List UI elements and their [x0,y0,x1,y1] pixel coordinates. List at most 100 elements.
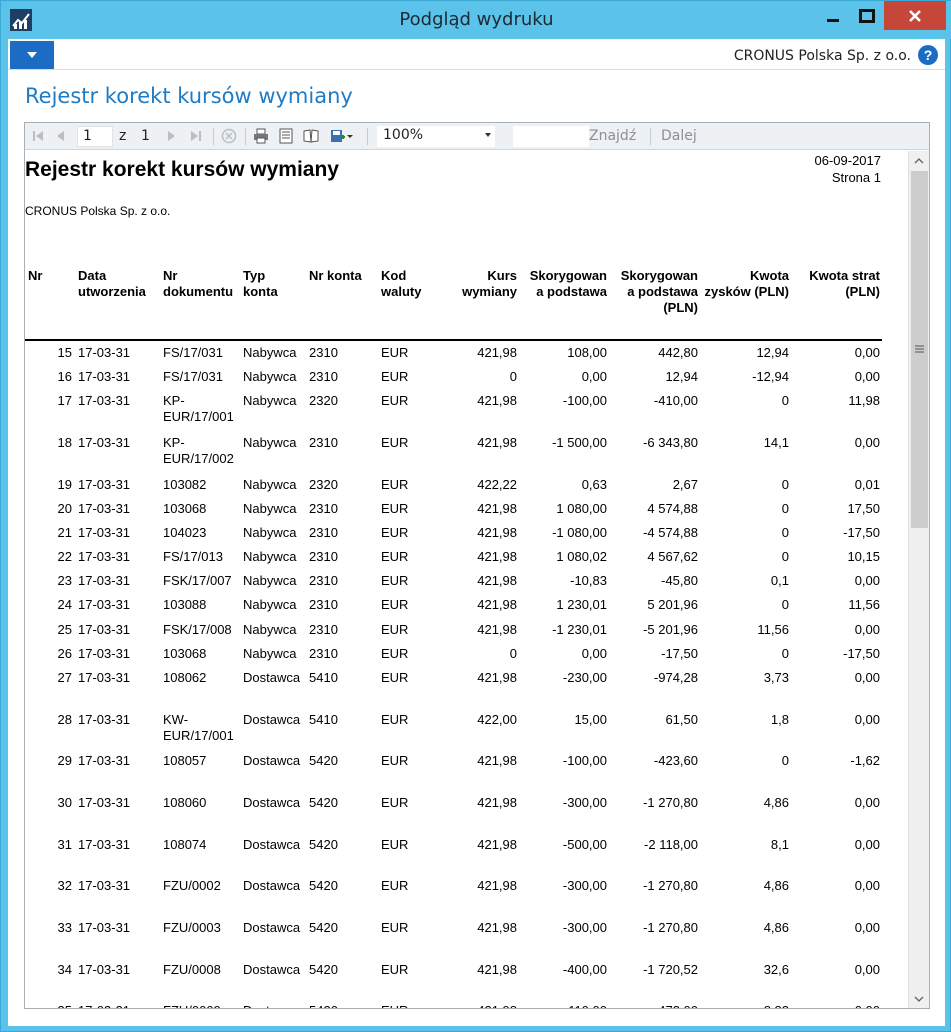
column-header-exchange-rate: Kurs wymiany [462,268,517,299]
cell-gains-pln: 12,94 [756,345,789,360]
vertical-scrollbar[interactable] [908,151,929,1008]
cell-losses-pln: 0,00 [854,369,880,384]
app-menu-button[interactable] [10,41,54,69]
find-link[interactable]: Znajdź [589,128,636,144]
cell-account-type: Nabywca [243,525,297,540]
cell-currency: EUR [381,878,409,893]
svg-text:?: ? [924,47,933,63]
cell-currency: EUR [381,525,409,540]
cell-account-no: 5420 [309,753,338,768]
find-next-link[interactable]: Dalej [661,128,697,144]
cell-nr: 32 [57,878,72,893]
cell-account-type: Dostawca [243,753,301,768]
cell-gains-pln: 0 [781,597,789,612]
cell-account-no: 2310 [309,345,338,360]
cell-document: FSK/17/007 [163,573,232,588]
cell-currency: EUR [381,753,409,768]
cell-date: 17-03-31 [78,345,131,360]
cell-losses-pln: 0,00 [854,837,880,852]
zoom-select[interactable]: 100% [377,126,495,147]
title-bar[interactable]: Podgląd wydruku [1,1,951,39]
cell-currency: EUR [381,597,409,612]
cell-document: FS/17/031 [163,345,223,360]
cell-account-type: Nabywca [243,369,297,384]
page-setup-icon[interactable] [303,128,319,144]
scroll-down-button[interactable] [909,989,929,1008]
column-header-losses-pln: Kwota strat (PLN) [809,268,880,299]
column-header-adjusted-base-pln: Skorygowan a podstawa (PLN) [620,268,698,315]
column-header-currency: Kod waluty [381,268,422,299]
report-company: CRONUS Polska Sp. z o.o. [25,204,171,218]
cell-document: FZU/0002 [163,878,221,893]
cell-nr: 25 [57,622,72,637]
cell-exchange-rate: 421,98 [477,435,517,450]
table-row: 18 17-03-31 KP- EUR/17/002 Nabywca 2310 EUR 421… [25,435,885,475]
find-input[interactable] [513,126,589,147]
maximize-button[interactable] [850,1,883,30]
cell-exchange-rate: 421,98 [477,525,517,540]
cell-document: KP- EUR/17/002 [163,435,234,466]
cell-gains-pln: -12,94 [752,369,789,384]
cell-date: 17-03-31 [78,501,131,516]
toolbar-separator [367,128,368,145]
cell-gains-pln: 3,73 [763,670,789,685]
cell-document: 103088 [163,597,207,612]
cell-date: 17-03-31 [78,622,131,637]
export-dropdown-icon[interactable] [346,128,354,144]
cell-exchange-rate: 0 [509,369,517,384]
cell-exchange-rate: 421,98 [477,753,517,768]
cell-losses-pln: 17,50 [847,501,880,516]
cell-account-no: 2310 [309,501,338,516]
print-layout-icon[interactable] [278,128,294,144]
window-title: Podgląd wydruku [399,9,554,30]
cell-adjusted-base: 0,00 [581,369,607,384]
scrollbar-thumb[interactable] [911,171,928,528]
cell-date: 17-03-31 [78,549,131,564]
close-button[interactable] [884,1,946,30]
export-icon[interactable] [330,128,346,144]
cell-gains-pln: 0,1 [770,573,789,588]
scroll-up-button[interactable] [909,151,929,170]
report-page-number: Strona 1 [831,170,881,185]
previous-page-icon[interactable] [53,128,69,144]
cell-currency: EUR [381,573,409,588]
cell-account-type: Nabywca [243,393,297,408]
print-icon[interactable] [253,128,269,144]
cell-account-no: 5420 [309,795,338,810]
stop-icon[interactable] [221,128,237,144]
cell-losses-pln: -1,62 [850,753,880,768]
cell-losses-pln: 0,00 [854,795,880,810]
cell-adjusted-base-pln: -5 201,96 [643,622,698,637]
cell-account-no: 2310 [309,369,338,384]
cell-gains-pln: 8,1 [770,837,789,852]
help-icon[interactable]: ? [918,45,938,65]
column-header-adjusted-base: Skorygowan a podstawa [529,268,607,299]
last-page-icon[interactable] [188,128,204,144]
column-header-account-type: Typ konta [243,268,278,299]
maximize-icon [858,8,875,23]
cell-adjusted-base-pln: 5 201,96 [647,597,698,612]
cell-exchange-rate: 421,98 [477,573,517,588]
first-page-icon[interactable] [30,128,46,144]
cell-exchange-rate: 422,00 [477,712,517,727]
next-page-icon[interactable] [163,128,179,144]
cell-adjusted-base-pln: -410,00 [653,393,698,408]
page-number-input[interactable]: 1 [77,126,113,147]
toolbar-separator [650,128,651,145]
cell-nr: 24 [57,597,72,612]
cell-gains-pln: 0 [781,525,789,540]
cell-adjusted-base-pln: -473,00 [607,1003,698,1008]
cell-adjusted-base: -100,00 [562,753,607,768]
cell-adjusted-base-pln: 12,94 [665,369,698,384]
cell-losses-pln: 0,01 [854,477,880,492]
cell-gains-pln: 8,82 [698,1003,789,1008]
cell-account-type: Nabywca [243,622,297,637]
cell-date: 17-03-31 [78,435,131,450]
cell-adjusted-base-pln: -2 118,00 [644,837,698,852]
cell-losses-pln: -17,50 [843,525,880,540]
toolbar-separator [245,128,246,145]
cell-currency: EUR [381,345,409,360]
cell-nr: 27 [57,670,72,685]
cell-adjusted-base-pln: -1 720,52 [643,962,698,977]
minimize-button[interactable] [816,1,849,30]
